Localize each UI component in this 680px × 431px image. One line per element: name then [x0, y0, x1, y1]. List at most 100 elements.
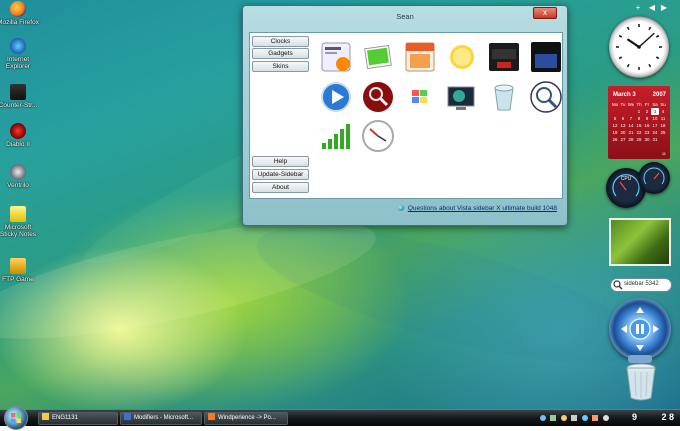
rss-icon: [321, 42, 351, 72]
calendar-day[interactable]: 2: [643, 108, 651, 115]
desktop-icon-sticky-notes[interactable]: Microsoft Sticky Notes: [0, 206, 40, 238]
calendar-day[interactable]: 6: [619, 115, 627, 122]
desktop-icon-label: Counter-Str...: [0, 102, 38, 109]
taskbar-item[interactable]: Modifiers - Microsoft...: [120, 412, 202, 425]
desktop-icon-counter-strike[interactable]: Counter-Str...: [0, 84, 40, 109]
calendar-day[interactable]: 11: [659, 115, 667, 122]
calendar-day[interactable]: 17: [651, 122, 659, 129]
calendar-day[interactable]: 9: [643, 115, 651, 122]
recycle-bin-gadget[interactable]: [487, 80, 521, 114]
desktop-icon-diablo-ii[interactable]: Diablo II: [0, 123, 40, 148]
zoom-gadget[interactable]: [529, 80, 563, 114]
calendar-day[interactable]: 13: [619, 122, 627, 129]
calendar-day[interactable]: 29: [635, 136, 643, 143]
calendar-day[interactable]: 21: [627, 129, 635, 136]
desktop-icon-mozilla-firefox[interactable]: Mozilla Firefox: [0, 1, 40, 26]
calendar-day[interactable]: 20: [619, 129, 627, 136]
desktop-icon-label: Diablo II: [6, 141, 30, 148]
next-button[interactable]: ▶: [658, 2, 670, 13]
analog-clock-gadget[interactable]: [609, 16, 669, 78]
ftp-icon: [10, 258, 26, 274]
calendar-day[interactable]: 31: [651, 136, 659, 143]
calendar-day[interactable]: 7: [627, 115, 635, 122]
calendar-day[interactable]: 18: [659, 122, 667, 129]
calendar-footer: 11: [661, 151, 666, 156]
calendar-day[interactable]: 28: [627, 136, 635, 143]
desktop-icon-ftp-game[interactable]: FTP Game: [0, 258, 40, 283]
desktop-icon-label: Microsoft Sticky Notes: [0, 224, 37, 238]
play-icon: [321, 82, 351, 112]
compass-clock-gadget[interactable]: [361, 119, 395, 153]
sticky-notes-icon: [10, 206, 26, 222]
windows-gadget[interactable]: [403, 80, 437, 114]
calendar-day[interactable]: 22: [635, 129, 643, 136]
weather-gadget[interactable]: [445, 40, 479, 74]
calendar-day[interactable]: [627, 108, 635, 115]
network-gadget[interactable]: [445, 80, 479, 114]
weekday-label: Mo: [611, 102, 619, 107]
weekday-label: Th: [636, 102, 642, 107]
search-gadget-input[interactable]: sidebar 5342: [610, 278, 672, 292]
calendar-day[interactable]: 12: [611, 122, 619, 129]
menu-help-button[interactable]: Help: [252, 156, 309, 167]
calendar-day[interactable]: 26: [611, 136, 619, 143]
calendar-day[interactable]: 10: [651, 115, 659, 122]
cpu-meter-gadget[interactable]: [529, 40, 563, 74]
signal-strength-gadget[interactable]: [319, 119, 353, 153]
taskbar-item[interactable]: Windperience -> Po...: [204, 412, 288, 425]
calendar-day[interactable]: 19: [611, 129, 619, 136]
desktop-icon-label: Internet Explorer: [5, 56, 31, 70]
close-button[interactable]: x: [533, 7, 557, 19]
calendar-day[interactable]: 8: [635, 115, 643, 122]
previous-button[interactable]: ◀: [646, 2, 658, 13]
calendar-gadget[interactable]: March 3 2007 Mo Tu We Th Fr Sa Su 1 2 3 4 5 6 7 8 9 10 11…: [608, 86, 670, 159]
media-player-gadget[interactable]: [319, 80, 353, 114]
questions-link[interactable]: Questions about Vista sidebar X ultimate…: [397, 205, 557, 212]
media-player-gadget[interactable]: [609, 298, 671, 360]
calendar-day[interactable]: 15: [635, 122, 643, 129]
clock-face-icon: [616, 24, 662, 70]
system-uptime-gadget[interactable]: [487, 40, 521, 74]
search-gadget[interactable]: [361, 80, 395, 114]
tray-clock[interactable]: 2 8: [661, 412, 674, 422]
calendar-day[interactable]: 1: [635, 108, 643, 115]
internet-explorer-icon: [10, 38, 26, 54]
start-button[interactable]: [4, 406, 28, 430]
calendar-day[interactable]: 14: [627, 122, 635, 129]
desktop-icon-internet-explorer[interactable]: Internet Explorer: [0, 38, 40, 70]
calendar-year: 2007: [652, 92, 666, 98]
menu-clocks-button[interactable]: Clocks: [252, 36, 309, 47]
windows-logo-icon: [11, 413, 21, 423]
rss-news-gadget[interactable]: [319, 40, 353, 74]
media-controls-icon: [621, 307, 659, 351]
calendar-day[interactable]: 4: [659, 108, 667, 115]
recycle-bin-icon[interactable]: [624, 362, 658, 402]
calendar-day[interactable]: 30: [643, 136, 651, 143]
menu-skins-button[interactable]: Skins: [252, 61, 309, 72]
menu-gadgets-button[interactable]: Gadgets: [252, 48, 309, 59]
calendar-day[interactable]: 5: [611, 115, 619, 122]
calendar-day[interactable]: 25: [659, 129, 667, 136]
calendar-day[interactable]: 27: [619, 136, 627, 143]
slideshow-gadget[interactable]: [361, 40, 395, 74]
calendar-day[interactable]: 23: [643, 129, 651, 136]
taskbar-item-label: ENG1131: [52, 415, 78, 421]
calendar-day[interactable]: 16: [643, 122, 651, 129]
calendar-gadget[interactable]: [403, 40, 437, 74]
sidebar-controls: + ◀ ▶: [612, 2, 670, 14]
memory-meter-gadget[interactable]: [638, 162, 670, 194]
tray-cpu-value: 9: [632, 412, 638, 422]
calendar-day[interactable]: [619, 108, 627, 115]
uptime-icon: [489, 43, 519, 71]
menu-update-sidebar-button[interactable]: Update-Sidebar: [252, 169, 309, 180]
slideshow-photo-gadget[interactable]: [609, 218, 671, 266]
menu-about-button[interactable]: About: [252, 182, 309, 193]
calendar-day[interactable]: 24: [651, 129, 659, 136]
add-gadget-button[interactable]: +: [632, 2, 644, 13]
calendar-day[interactable]: [611, 108, 619, 115]
desktop-icon-ventrilo[interactable]: Ventrilo: [0, 164, 40, 189]
taskbar-item[interactable]: ENG1131: [38, 412, 118, 425]
sidebar-settings-window[interactable]: Sean x Clocks Gadgets Skins Help Update-…: [242, 5, 568, 226]
calendar-day[interactable]: 3: [651, 108, 659, 115]
calendar-day[interactable]: [659, 136, 667, 143]
